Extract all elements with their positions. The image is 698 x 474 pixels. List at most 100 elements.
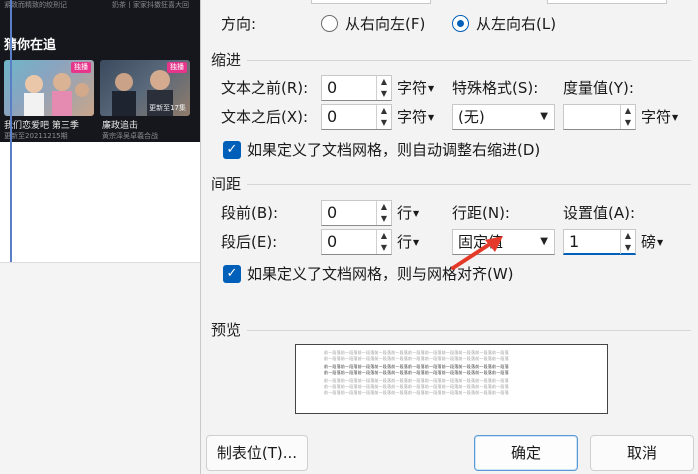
set-value-unit: 磅 (641, 233, 657, 251)
set-value-label: 设置值(A): (563, 204, 636, 222)
spacing-after-value[interactable]: 0 (327, 232, 337, 252)
set-value-spinner[interactable]: 1 ▲ ▼ (563, 229, 636, 255)
annotation-arrow-icon (451, 236, 503, 270)
after-text-label: 文本之后(X): (221, 108, 309, 126)
preview-text-line: 前一段落前一段落前一段落前一段落前一段落前一段落前一段落前一段落前一段落前一段落… (324, 390, 509, 395)
spin-down-icon[interactable]: ▼ (377, 88, 391, 100)
before-text-label: 文本之前(R): (221, 79, 309, 97)
caret-down-icon: ▼ (413, 209, 420, 218)
caret-down-icon: ▼ (672, 113, 679, 122)
auto-adjust-checkbox[interactable]: ✓ (223, 141, 241, 159)
spacing-after-unit-dropdown[interactable]: 行▼ (397, 232, 419, 253)
grid-align-checkbox[interactable]: ✓ (223, 265, 241, 283)
spacing-divider (247, 184, 691, 185)
measure-spinner[interactable]: ▲ ▼ (563, 104, 636, 130)
cancel-button[interactable]: 取消 (590, 435, 694, 471)
before-text-value[interactable]: 0 (327, 78, 337, 98)
video-subtitle-2: 黄宗泽吴卓羲合战 (102, 132, 158, 140)
spin-down-icon[interactable]: ▼ (377, 117, 391, 129)
episode-count: 更新至17集 (149, 104, 186, 112)
spacing-before-unit: 行 (397, 204, 413, 222)
radio-left-to-right[interactable] (452, 15, 469, 32)
caret-down-icon: ▼ (413, 238, 420, 247)
exclusive-badge: 独播 (167, 62, 187, 73)
spacing-section-title: 间距 (211, 175, 242, 193)
caret-down-icon: ▼ (428, 84, 435, 93)
spinner-buttons: ▲ ▼ (376, 230, 391, 254)
auto-adjust-label[interactable]: 如果定义了文档网格，则自动调整右缩进(D) (247, 140, 540, 160)
chevron-down-icon: ▼ (540, 111, 548, 122)
video-title-1[interactable]: 我们恋爱吧 第三季 (4, 118, 79, 131)
spin-up-icon[interactable]: ▲ (377, 230, 391, 242)
spinner-buttons: ▲ ▼ (376, 201, 391, 225)
spin-down-icon[interactable]: ▼ (377, 242, 391, 254)
clipped-field-1[interactable] (311, 0, 431, 4)
preview-section-title: 预览 (211, 321, 242, 339)
spin-down-icon[interactable]: ▼ (621, 117, 635, 129)
before-text-unit: 字符 (397, 79, 428, 97)
ok-button[interactable]: 确定 (474, 435, 578, 471)
set-value-value[interactable]: 1 (569, 232, 579, 252)
special-format-value: (无) (458, 108, 485, 126)
top-strip-text-1: 紧致而精致的绞刑记 (4, 1, 67, 8)
after-text-unit-dropdown[interactable]: 字符▼ (397, 107, 434, 128)
clipped-field-2[interactable] (547, 0, 667, 4)
spinner-buttons: ▲ ▼ (620, 230, 635, 254)
measure-label: 度量值(Y): (563, 79, 634, 97)
spin-up-icon[interactable]: ▲ (377, 76, 391, 88)
spinner-buttons: ▲ ▼ (620, 105, 635, 129)
radio-left-to-right-label[interactable]: 从左向右(L) (476, 14, 556, 34)
preview-text-line: 前一段落前一段落前一段落前一段落前一段落前一段落前一段落前一段落前一段落前一段落… (324, 384, 509, 389)
after-text-spinner[interactable]: 0 ▲ ▼ (321, 104, 392, 130)
spinner-buttons: ▲ ▼ (376, 105, 391, 129)
spinner-buttons: ▲ ▼ (376, 76, 391, 100)
spacing-before-value[interactable]: 0 (327, 203, 337, 223)
after-text-value[interactable]: 0 (327, 107, 337, 127)
before-text-unit-dropdown[interactable]: 字符▼ (397, 78, 434, 99)
spacing-before-spinner[interactable]: 0 ▲ ▼ (321, 200, 392, 226)
before-text-spinner[interactable]: 0 ▲ ▼ (321, 75, 392, 101)
preview-text-line: 前一段落前一段落前一段落前一段落前一段落前一段落前一段落前一段落前一段落前一段落… (324, 364, 509, 369)
measure-unit-dropdown[interactable]: 字符▼ (641, 107, 678, 128)
special-format-dropdown[interactable]: (无) ▼ (452, 104, 555, 130)
direction-label: 方向: (221, 15, 257, 33)
empty-panel (0, 262, 206, 474)
video-subtitle-1: 更新至20211215期 (4, 132, 68, 140)
spacing-before-label: 段前(B): (221, 204, 279, 222)
background-app-window: 紧致而精致的绞刑记 奶茶丨家家抖擞狂喜大回 猜你在追 独播 独播 更新至17集 (0, 0, 206, 474)
preview-text-line: 前一段落前一段落前一段落前一段落前一段落前一段落前一段落前一段落前一段落前一段落… (324, 356, 509, 361)
preview-divider (247, 330, 691, 331)
spacing-after-unit: 行 (397, 233, 413, 251)
exclusive-badge: 独播 (71, 62, 91, 73)
radio-right-to-left-label[interactable]: 从右向左(F) (345, 14, 425, 34)
caret-down-icon: ▼ (428, 113, 435, 122)
spin-up-icon[interactable]: ▲ (621, 230, 635, 242)
set-value-unit-dropdown[interactable]: 磅▼ (641, 232, 663, 253)
spin-up-icon[interactable]: ▲ (377, 105, 391, 117)
preview-text-line: 前一段落前一段落前一段落前一段落前一段落前一段落前一段落前一段落前一段落前一段落… (324, 370, 509, 375)
caret-down-icon: ▼ (657, 238, 664, 247)
spin-up-icon[interactable]: ▲ (377, 201, 391, 213)
spin-down-icon[interactable]: ▼ (377, 213, 391, 225)
spin-up-icon[interactable]: ▲ (621, 105, 635, 117)
preview-text-line: 前一段落前一段落前一段落前一段落前一段落前一段落前一段落前一段落前一段落前一段落… (324, 378, 509, 383)
spacing-after-spinner[interactable]: 0 ▲ ▼ (321, 229, 392, 255)
paragraph-preview: 前一段落前一段落前一段落前一段落前一段落前一段落前一段落前一段落前一段落前一段落… (295, 344, 608, 414)
radio-right-to-left[interactable] (321, 15, 338, 32)
preview-text-line: 前一段落前一段落前一段落前一段落前一段落前一段落前一段落前一段落前一段落前一段落… (324, 350, 509, 355)
video-thumbnail-2[interactable]: 独播 更新至17集 (100, 60, 190, 116)
indent-section-title: 缩进 (211, 51, 242, 69)
chevron-down-icon: ▼ (540, 236, 548, 247)
video-thumbnail-1[interactable]: 独播 (4, 60, 94, 116)
spacing-before-unit-dropdown[interactable]: 行▼ (397, 203, 419, 224)
tabs-button[interactable]: 制表位(T)... (206, 435, 308, 471)
paragraph-dialog: 方向: 从右向左(F) 从左向右(L) 缩进 文本之前(R): 0 ▲ ▼ 字符… (200, 0, 698, 474)
spacing-after-label: 段后(E): (221, 233, 278, 251)
video-title-2[interactable]: 廉政追击 (102, 118, 138, 131)
top-strip-text-2: 奶茶丨家家抖擞狂喜大回 (112, 1, 189, 8)
after-text-unit: 字符 (397, 108, 428, 126)
measure-unit: 字符 (641, 108, 672, 126)
line-spacing-label: 行距(N): (452, 204, 510, 222)
spin-down-icon[interactable]: ▼ (621, 242, 635, 254)
indent-divider (247, 60, 691, 61)
